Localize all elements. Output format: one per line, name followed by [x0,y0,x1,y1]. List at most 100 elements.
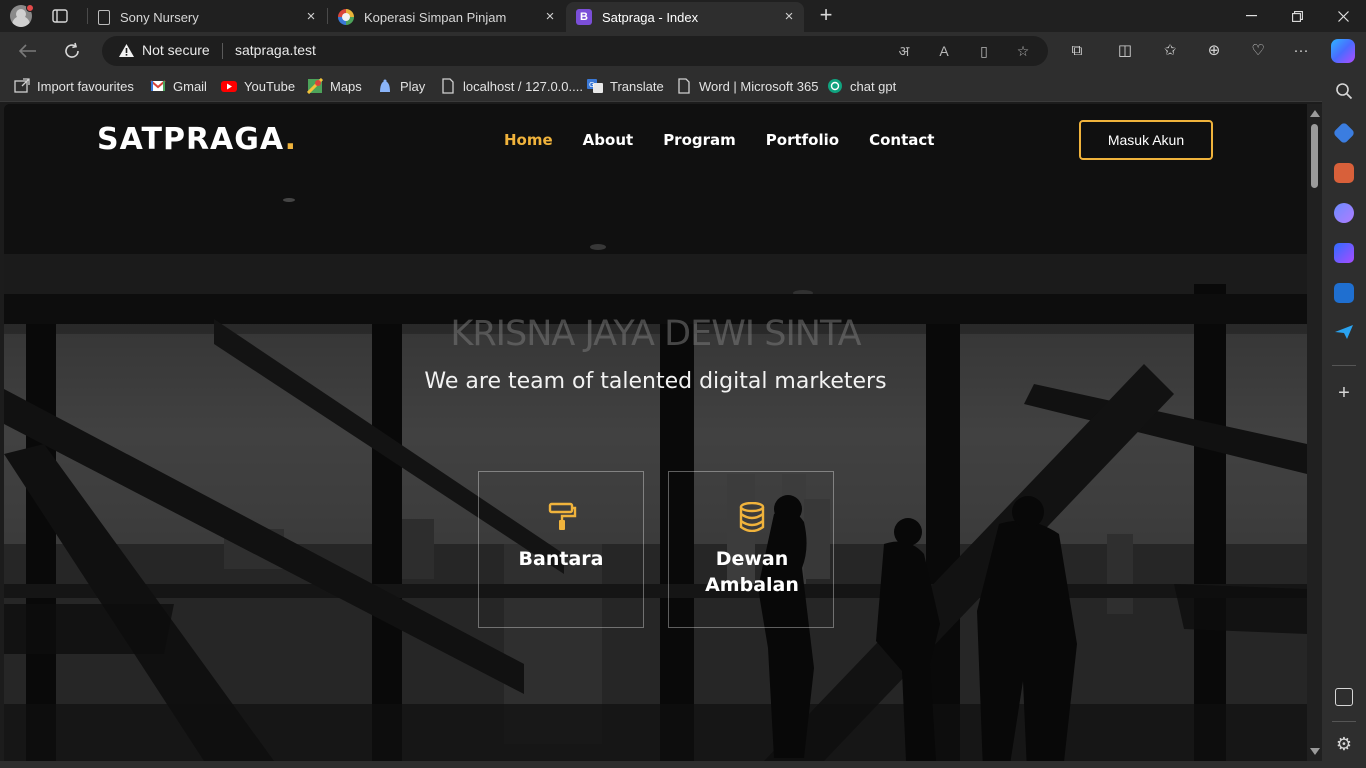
chatgpt-icon [827,78,843,94]
navigation-bar: Not secure satpraga.test अ A ▯ ☆ ⧉ ◫ ✩ ⊕… [0,32,1366,70]
logo-text: SATPRAGA [97,122,285,157]
page-icon [440,78,456,94]
bookmark-label: chat gpt [850,78,897,94]
browser-essentials-icon[interactable]: ♡ [1248,41,1268,61]
bookmark-label: Translate [610,78,664,94]
back-button[interactable] [15,39,41,63]
close-window-button[interactable] [1320,0,1366,32]
bookmark-localhost[interactable]: localhost / 127.0.0.... [440,77,583,95]
page-scrollbar[interactable] [1307,104,1322,761]
nav-program[interactable]: Program [663,131,736,149]
add-sidebar-app-icon[interactable]: + [1334,383,1354,403]
scrollbar-thumb[interactable] [1311,124,1318,188]
minimize-button[interactable] [1228,0,1274,32]
copilot-icon[interactable] [1331,39,1355,63]
tab-koperasi[interactable]: Koperasi Simpan Pinjam × [328,2,565,32]
tab-actions-button[interactable] [48,6,72,26]
paint-roller-icon [548,502,577,530]
scroll-up-arrow-icon[interactable] [1310,110,1320,117]
settings-more-icon[interactable]: ··· [1291,41,1311,61]
tools-briefcase-icon[interactable] [1334,163,1354,183]
page-icon [676,78,692,94]
sidebar-settings-gear-icon[interactable]: ⚙ [1334,734,1354,754]
tab-title: Satpraga - Index [602,9,699,25]
address-divider [222,43,223,59]
bookmark-word[interactable]: Word | Microsoft 365 [676,77,818,95]
split-screen-icon[interactable]: ◫ [1115,41,1135,61]
card-bantara[interactable]: Bantara [478,471,644,628]
outlook-icon[interactable] [1334,283,1354,303]
screenshot-icon[interactable] [1335,688,1353,706]
extensions-icon[interactable]: ⧉ [1067,41,1087,61]
close-icon [1337,10,1349,22]
close-icon[interactable]: × [782,9,796,24]
tab-actions-icon [52,9,68,23]
bookmark-label: Import favourites [37,78,134,94]
favorites-icon[interactable]: ✩ [1160,41,1180,61]
favorite-star-icon[interactable]: ☆ [1014,42,1032,60]
logo-dot: . [284,122,298,157]
sidebar-divider [1332,365,1356,366]
tab-satpraga[interactable]: B Satpraga - Index × [566,2,804,32]
edge-sidebar: + ⚙ [1322,70,1366,768]
refresh-button[interactable] [59,39,85,63]
hero-subtitle: We are team of talented digital marketer… [424,369,887,394]
page-icon [98,9,110,25]
address-bar[interactable]: Not secure satpraga.test अ A ▯ ☆ [102,36,1048,66]
bookmark-maps[interactable]: Maps [306,77,362,95]
immersive-reader-icon[interactable]: ▯ [975,42,993,60]
koperasi-favicon [338,9,354,25]
security-label[interactable]: Not secure [142,42,210,58]
site-logo[interactable]: SATPRAGA. [97,122,297,157]
login-button[interactable]: Masuk Akun [1079,120,1213,160]
close-icon[interactable]: × [543,9,557,24]
bookmark-label: Word | Microsoft 365 [699,78,819,94]
nav-about[interactable]: About [583,131,634,149]
drop-send-icon[interactable] [1334,324,1354,340]
bookmark-gmail[interactable]: Gmail [150,77,207,95]
import-icon [14,78,30,94]
bookmark-chat-gpt[interactable]: chat gpt [827,77,896,95]
shopping-tag-icon[interactable] [1332,121,1356,145]
profile-avatar[interactable] [8,4,34,28]
bookmarks-bar: Import favourites Gmail YouTube Maps Pla… [0,70,1366,102]
back-arrow-icon [19,44,36,58]
site-navigation: Home About Program Portfolio Contact [504,131,964,149]
copilot-sidebar-icon[interactable] [1334,243,1354,263]
youtube-icon [221,78,237,94]
translate-page-icon[interactable]: अ [895,42,913,60]
restore-button[interactable] [1274,0,1320,32]
bookmark-label: YouTube [244,78,296,94]
url-text[interactable]: satpraga.test [235,42,316,58]
tab-strip: Sony Nursery × Koperasi Simpan Pinjam × … [0,0,1366,32]
bookmark-label: localhost / 127.0.0.... [463,78,583,94]
bookmark-translate[interactable]: G Translate [587,77,664,95]
sidebar-divider [1332,721,1356,722]
hero-overlay [4,104,1307,761]
play-icon [377,78,393,94]
close-icon[interactable]: × [304,9,318,24]
nav-portfolio[interactable]: Portfolio [766,131,839,149]
database-icon [739,502,765,532]
notification-badge [26,4,34,12]
bookmark-play[interactable]: Play [377,77,425,95]
card-dewan-ambalan[interactable]: Dewan Ambalan [668,471,834,628]
nav-home[interactable]: Home [504,131,553,149]
bookmark-import-favourites[interactable]: Import favourites [14,77,134,95]
refresh-icon [65,42,79,58]
hero-background-image [4,104,1307,761]
hero-title: KRISNA JAYA DEWI SINTA [450,314,861,354]
read-aloud-icon[interactable]: A [935,42,953,60]
page-viewport: SATPRAGA. Home About Program Portfolio C… [4,104,1307,761]
collections-icon[interactable]: ⊕ [1204,41,1224,61]
tab-sony-nursery[interactable]: Sony Nursery × [88,2,326,32]
new-tab-button[interactable]: + [814,4,838,28]
search-icon[interactable] [1335,82,1353,100]
nav-contact[interactable]: Contact [869,131,934,149]
window-bottom-edge [0,761,1322,768]
card-title: Dewan Ambalan [705,548,799,596]
tab-title: Koperasi Simpan Pinjam [364,9,507,25]
bookmark-youtube[interactable]: YouTube [221,77,295,95]
scroll-down-arrow-icon[interactable] [1310,748,1320,755]
games-icon[interactable] [1334,203,1354,223]
